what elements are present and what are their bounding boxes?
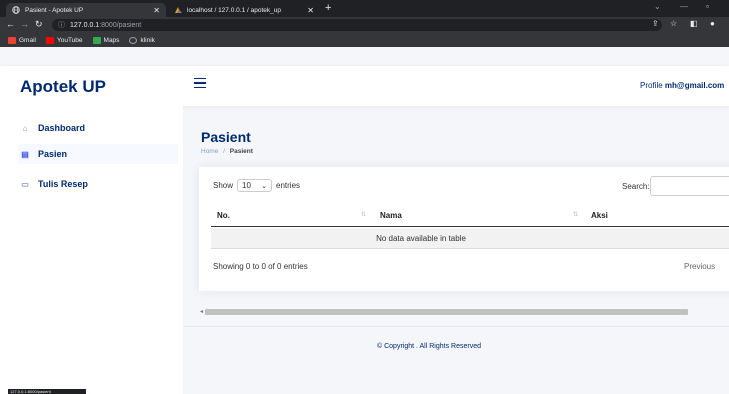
browser-tab-title: Pasient - Apotek UP [25, 6, 84, 14]
sidebar-item-pasien[interactable]: ▤ Pasien [18, 144, 178, 164]
status-url-tooltip: 127.0.0.1:8000/pasient [8, 389, 86, 394]
table-empty-row: No data available in table [211, 228, 729, 249]
profile-email: mh@gmail.com [664, 81, 725, 90]
clipboard-icon: ▤ [21, 149, 29, 159]
info-icon[interactable]: ⓘ [58, 20, 65, 30]
maximize-icon[interactable]: ▫ [706, 2, 709, 11]
entries-select[interactable]: 10 ⌄ [237, 179, 273, 192]
sidebar-item-label: Tulis Resep [38, 179, 88, 189]
url-path: :8000/pasient [99, 21, 142, 29]
breadcrumb: Home / Pasient [201, 148, 253, 155]
star-icon[interactable]: ☆ [670, 19, 677, 28]
browser-tab-title: localhost / 127.0.0.1 / apotek_up [187, 6, 281, 14]
sort-icon[interactable]: ⇅ [361, 211, 366, 218]
footer-divider [183, 326, 729, 327]
table-info: Showing 0 to 0 of 0 entries [213, 262, 308, 271]
maps-icon [92, 36, 101, 44]
phpmyadmin-icon [174, 6, 182, 14]
bookmark-label: klinik [140, 36, 155, 44]
breadcrumb-current: Pasient [229, 148, 253, 155]
sidebar-item-label: Dashboard [38, 123, 86, 133]
globe-icon [129, 36, 138, 44]
profile-icon[interactable]: ● [710, 19, 715, 28]
sort-icon[interactable]: ⇅ [573, 211, 578, 218]
bookmark-gmail[interactable]: Gmail [8, 36, 36, 44]
bookmark-label: Gmail [19, 36, 36, 44]
scrollbar-thumb[interactable] [205, 309, 688, 315]
home-icon: ⌂ [22, 123, 28, 133]
sidebar: ⌂ Dashboard ▤ Pasien ▭ Tulis Resep [0, 106, 183, 394]
minimize-icon[interactable]: — [680, 2, 688, 11]
column-header-nama[interactable]: Nama [380, 211, 402, 220]
browser-tab-active[interactable]: Pasient - Apotek UP ✕ [6, 3, 166, 17]
breadcrumb-separator: / [223, 148, 225, 155]
bookmark-youtube[interactable]: YouTube [45, 36, 83, 44]
horizontal-scrollbar[interactable]: ◂ [199, 308, 729, 316]
table-card: Show 10 ⌄ entries Search: No. ⇅ Nama ⇅ A… [199, 167, 729, 291]
forward-icon[interactable]: → [20, 19, 29, 29]
bookmark-label: YouTube [56, 36, 83, 44]
youtube-icon [45, 36, 54, 44]
back-icon[interactable]: ← [6, 19, 15, 29]
browser-tab-bar: Pasient - Apotek UP ✕ localhost / 127.0.… [0, 0, 729, 17]
side-panel-icon[interactable]: ◧ [690, 19, 698, 28]
search-label: Search: [622, 182, 650, 191]
search-input[interactable] [650, 176, 729, 196]
url-host: 127.0.0.1 [70, 21, 100, 29]
entries-value: 10 [242, 181, 251, 190]
close-icon[interactable]: ✕ [153, 6, 160, 15]
column-header-aksi[interactable]: Aksi [591, 211, 608, 220]
browser-address-bar: ← → ↻ ⓘ 127.0.0.1 :8000/pasient ⇪ ☆ ◧ ● [0, 17, 729, 33]
url-field[interactable]: ⓘ 127.0.0.1 :8000/pasient [52, 19, 662, 31]
app-header: Apotek UP Profile mh@gmail.com [0, 66, 729, 106]
sidebar-item-label: Pasien [38, 149, 68, 159]
footer-copyright: © Copyright . All Rights Reserved [377, 343, 481, 350]
bookmark-maps[interactable]: Maps [92, 36, 120, 44]
profile-label: Profile [640, 81, 663, 90]
page-title: Pasient [201, 129, 251, 145]
scroll-left-icon[interactable]: ◂ [200, 308, 203, 315]
sidebar-item-dashboard[interactable]: ⌂ Dashboard [18, 118, 85, 138]
chevron-down-icon: ⌄ [261, 182, 268, 190]
browser-tab-inactive[interactable]: localhost / 127.0.0.1 / apotek_up ✕ [170, 3, 320, 17]
breadcrumb-home[interactable]: Home [201, 148, 218, 155]
reload-icon[interactable]: ↻ [35, 19, 43, 30]
table-header: No. ⇅ Nama ⇅ Aksi [211, 205, 729, 227]
sidebar-item-tulis-resep[interactable]: ▭ Tulis Resep [18, 174, 88, 194]
show-label: Show [213, 181, 234, 190]
gmail-icon [8, 36, 16, 44]
column-header-no[interactable]: No. [217, 211, 230, 220]
new-tab-button[interactable]: + [325, 2, 331, 14]
brand-logo[interactable]: Apotek UP [20, 77, 106, 97]
chevron-down-icon[interactable]: ⌄ [654, 2, 661, 11]
bookmark-label: Maps [103, 36, 120, 44]
entries-label: entries [276, 181, 301, 190]
previous-page-button[interactable]: Previous [684, 262, 715, 271]
bookmarks-bar: Gmail YouTube Maps klinik [0, 33, 729, 47]
bookmark-klinik[interactable]: klinik [129, 36, 155, 44]
globe-icon [12, 6, 20, 14]
share-icon[interactable]: ⇪ [652, 19, 659, 28]
close-icon[interactable]: ✕ [307, 6, 314, 15]
document-icon: ▭ [21, 179, 29, 189]
menu-toggle-icon[interactable] [194, 78, 206, 89]
profile-menu[interactable]: Profile mh@gmail.com [640, 81, 724, 90]
show-entries-control: Show 10 ⌄ entries [213, 179, 300, 192]
